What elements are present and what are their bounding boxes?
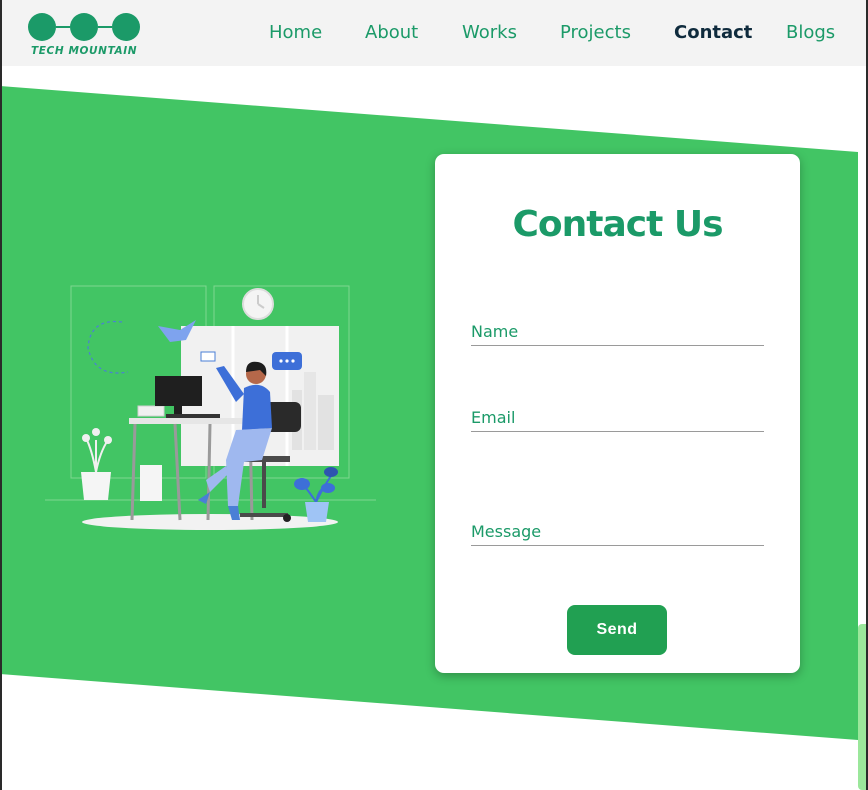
name-input[interactable] bbox=[471, 318, 764, 345]
nav-contact[interactable]: Contact bbox=[674, 0, 752, 66]
nav-home[interactable]: Home bbox=[269, 0, 322, 66]
scrollbar-thumb[interactable] bbox=[858, 624, 866, 790]
tech-mountain-logo[interactable]: TECH MOUNTAIN bbox=[26, 11, 144, 59]
message-field bbox=[471, 518, 764, 546]
contact-title: Contact Us bbox=[512, 204, 723, 245]
nav-projects[interactable]: Projects bbox=[560, 0, 631, 66]
site-header: TECH MOUNTAIN Home About Works Projects … bbox=[0, 0, 868, 66]
send-button[interactable]: Send bbox=[567, 605, 667, 655]
name-field bbox=[471, 318, 764, 346]
svg-text:TECH MOUNTAIN: TECH MOUNTAIN bbox=[31, 45, 137, 57]
message-input[interactable] bbox=[471, 518, 764, 545]
email-input[interactable] bbox=[471, 404, 764, 431]
office-worker-illustration bbox=[45, 285, 376, 530]
nav-works[interactable]: Works bbox=[462, 0, 517, 66]
email-field bbox=[471, 404, 764, 432]
nav-blogs[interactable]: Blogs bbox=[786, 0, 835, 66]
nav-about[interactable]: About bbox=[365, 0, 418, 66]
